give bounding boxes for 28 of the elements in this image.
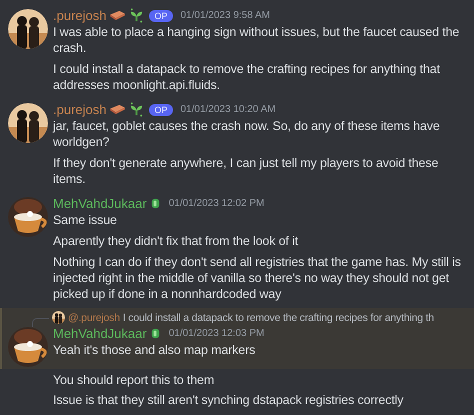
- message-text: If they don't generate anywhere, I can just tell my players to avoid these items.: [53, 155, 440, 187]
- message-text: You should report this to them: [53, 372, 216, 388]
- username[interactable]: MehVahdJukaar: [53, 326, 147, 341]
- username[interactable]: .purejosh: [53, 8, 106, 23]
- op-tag: OP: [149, 104, 172, 116]
- timestamp: 01/01/2023 12:03 PM: [168, 328, 264, 339]
- message-text: Yeah it's those and also map markers: [53, 342, 256, 358]
- brick-icon: [109, 10, 126, 21]
- timestamp: 01/01/2023 12:02 PM: [168, 198, 264, 209]
- reply-preview[interactable]: I could install a datapack to remove the crafting recipes for anything th: [122, 312, 434, 324]
- username[interactable]: .purejosh: [53, 102, 106, 117]
- op-tag: OP: [149, 10, 172, 22]
- message-text: Nothing I can do if they don't send all registries that the game has. My still is injected right in the middle of vanilla so there's no way they should not get picked up if done in a nonnhardcoded way: [53, 254, 462, 302]
- message-text: Aparently they didn't fix that from the look of it: [53, 233, 300, 249]
- sprout-icon: [129, 102, 144, 117]
- message-text: jar, faucet, goblet causes the crash now. So, do any of these items have worldgen?: [53, 118, 441, 150]
- message-text: I was able to place a hanging sign without issues, but the faucet caused the crash.: [53, 24, 460, 56]
- brick-icon: [109, 104, 126, 115]
- message-text: Issue is that they still aren't synching dstapack registries correctly: [53, 392, 404, 408]
- message-text: I could install a datapack to remove the crafting recipes for anything that addresses moonlight.api.fluids.: [53, 61, 441, 93]
- reply-author[interactable]: @.purejosh: [68, 312, 120, 324]
- timestamp: 01/01/2023 9:58 AM: [180, 10, 270, 21]
- message-text: Same issue: [53, 212, 118, 228]
- timestamp: 01/01/2023 10:20 AM: [180, 104, 276, 115]
- gem-icon: [150, 328, 161, 339]
- gem-icon: [150, 198, 161, 209]
- sprout-icon: [129, 8, 144, 23]
- username[interactable]: MehVahdJukaar: [53, 196, 147, 211]
